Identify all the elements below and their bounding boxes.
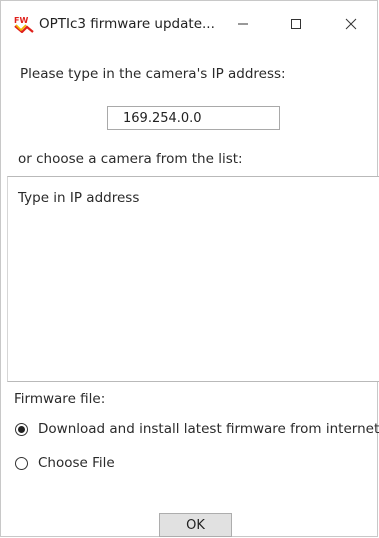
window-title: OPTIc3 firmware update... — [39, 16, 215, 32]
download-latest-radio[interactable] — [15, 422, 28, 436]
choose-file-radio[interactable] — [15, 456, 28, 470]
list-item[interactable]: Type in IP address — [18, 189, 139, 207]
choose-file-label: Choose File — [38, 455, 115, 471]
download-latest-label: Download and install latest firmware fro… — [38, 421, 379, 437]
close-button[interactable] — [337, 13, 365, 35]
maximize-button[interactable] — [282, 13, 310, 35]
minimize-icon — [238, 23, 248, 25]
ip-address-prompt: Please type in the camera's IP address: — [20, 66, 286, 82]
firmware-file-label: Firmware file: — [14, 391, 106, 407]
title-bar[interactable]: FW OPTIc3 firmware update... — [1, 1, 377, 41]
camera-list[interactable]: Type in IP address — [7, 176, 379, 382]
fw-app-icon: FW — [14, 16, 34, 33]
download-latest-option[interactable]: Download and install latest firmware fro… — [15, 420, 379, 438]
minimize-button[interactable] — [229, 13, 257, 35]
choose-file-option[interactable]: Choose File — [15, 454, 115, 472]
close-icon — [345, 18, 357, 30]
radio-selected-dot — [18, 425, 25, 433]
firmware-update-window: FW OPTIc3 firmware update... Please type… — [0, 0, 379, 537]
ok-button[interactable]: OK — [159, 513, 232, 537]
camera-list-prompt: or choose a camera from the list: — [18, 151, 243, 167]
maximize-icon — [291, 19, 301, 29]
ip-address-input[interactable] — [107, 106, 280, 130]
svg-text:FW: FW — [14, 16, 28, 25]
